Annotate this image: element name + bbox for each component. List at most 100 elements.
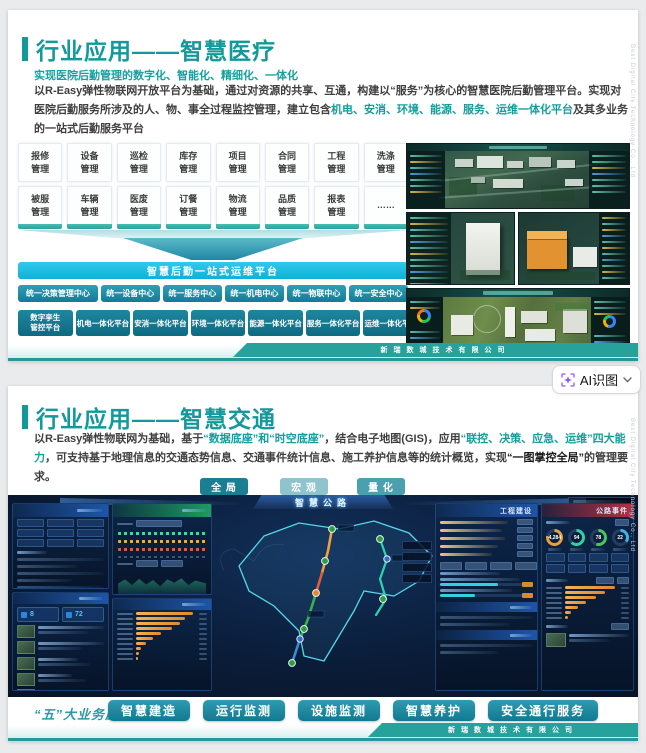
panel-construction: 工程建设 [435, 503, 538, 691]
screenshot-header [407, 144, 629, 151]
title-accent-bar [22, 405, 28, 429]
platform-button: 服务一体化平台 [305, 310, 361, 336]
platform-button: 数字孪生管控平台 [18, 310, 73, 336]
business-button: 安全通行服务 [488, 700, 599, 721]
paragraph-text: 以R-Easy弹性物联网为基础，基于 [34, 433, 204, 445]
view-button-macro: 宏 观 [280, 478, 328, 495]
panel-asset-overview [12, 503, 109, 589]
aerial-scene [439, 151, 609, 208]
platforms-row: 数字孪生管控平台 机电一体化平台 安消一体化平台 环境一体化平台 能源一体化平台… [18, 310, 419, 336]
center-button: 统一机电中心 [224, 285, 284, 302]
ai-recognize-button[interactable]: AI识图 [552, 365, 641, 394]
panel-title: 工程建设 [500, 507, 532, 515]
traffic-dashboard-screenshot: 智慧公路 8 72 工程建设 公路事件 4,284 94 78 22 [8, 495, 638, 697]
module-card: 报表管理 [314, 186, 359, 225]
view-button-quantify: 量 化 [357, 478, 405, 495]
slide-smart-transport: 行业应用——智慧交通 以R-Easy弹性物联网为基础，基于“数据底座”和“时空底… [8, 386, 638, 741]
screenshot-left-panel [407, 297, 443, 347]
ai-scan-icon [561, 372, 575, 387]
module-card: 项目管理 [215, 143, 260, 182]
center-button: 统一物联中心 [286, 285, 346, 302]
panel-road-cases: 8 72 [12, 592, 109, 691]
module-card: …… [363, 186, 408, 225]
camera-list-item [17, 641, 104, 654]
paragraph-text: ，可支持基于地理信息的交通态势信息、交通事件统计信息、施工养护信息等的统计概览，… [45, 451, 507, 464]
module-card: 库存管理 [166, 143, 211, 182]
camera-list-item [17, 657, 104, 670]
module-card: 合同管理 [264, 143, 310, 182]
business-buttons-row: 智慧建造 运行监测 设施监测 智慧养护 安全通行服务 [108, 700, 599, 721]
platform-banner: 智慧后勤一站式运维平台 [18, 262, 408, 279]
slide2-title: 行业应用——智慧交通 [36, 406, 276, 432]
module-underline-strips [18, 224, 408, 229]
center-button: 统一安全中心 [348, 285, 409, 302]
screenshot-right-panel [591, 297, 629, 347]
module-card: 洗涤管理 [363, 143, 408, 182]
campus-scene [443, 297, 591, 347]
slide-smart-healthcare: 行业应用——智慧医疗 实现医院后勤管理的数字化、智能化、精细化、一体化 以R-E… [8, 10, 638, 361]
business-button: 智慧建造 [108, 700, 191, 721]
platform-button: 机电一体化平台 [75, 310, 131, 336]
business-button: 运行监测 [203, 700, 286, 721]
hospital-screenshot-campus [406, 288, 630, 348]
module-card: 报修管理 [18, 143, 63, 182]
slide1-title-row: 行业应用——智慧医疗 [22, 32, 276, 66]
title-accent-bar [22, 37, 28, 61]
module-card: 工程管理 [314, 143, 359, 182]
module-card: 物流管理 [215, 186, 260, 225]
company-name: 新瑞数城技术有限公司 [380, 347, 511, 354]
module-card: 巡检管理 [116, 143, 162, 182]
company-ribbon: 新瑞数城技术有限公司 [233, 343, 638, 357]
construction-task [440, 589, 533, 598]
module-card: 品质管理 [264, 186, 310, 225]
hospital-screenshot-orange-building [518, 212, 630, 285]
center-button: 统一决策管理中心 [18, 285, 98, 302]
slide1-paragraph: 以R-Easy弹性物联网开放平台为基础，通过对资源的共享、互通，构建以“服务”为… [34, 82, 628, 139]
funnel-shape [18, 230, 408, 239]
center-button: 统一设备中心 [100, 285, 160, 302]
module-grid: 报修管理 设备管理 巡检管理 库存管理 项目管理 合同管理 工程管理 洗涤管理 … [18, 143, 408, 225]
funnel-arrow [123, 238, 303, 260]
hospital-screenshots [406, 143, 630, 348]
module-card: 订餐管理 [166, 186, 211, 225]
slide1-title: 行业应用——智慧医疗 [36, 38, 276, 64]
module-card: 设备管理 [67, 143, 112, 182]
construction-task [440, 578, 533, 587]
paragraph-highlight: “数据底座”和“时空底座” [203, 433, 325, 445]
module-card: 车辆管理 [67, 186, 112, 225]
camera-list-item [17, 689, 104, 690]
screenshot-header [407, 289, 629, 297]
center-button: 统一服务中心 [162, 285, 222, 302]
gis-map [220, 520, 433, 667]
platform-button: 环境一体化平台 [190, 310, 246, 336]
screenshot-chart-strip [599, 213, 629, 284]
map-legend [402, 541, 432, 585]
view-button-global: 全 局 [200, 478, 248, 495]
event-gauges: 4,284 94 78 22 [544, 529, 631, 551]
business-button: 设施监测 [298, 700, 381, 721]
panel-statistics-bars [112, 598, 212, 691]
slide2-paragraph: 以R-Easy弹性物联网为基础，基于“数据底座”和“时空底座”，结合电子地图(G… [34, 430, 628, 487]
hospital-screenshot-aerial [406, 143, 630, 209]
paragraph-highlight: 机电、安消、环境、能源、服务、运维一体化平台 [331, 103, 573, 116]
slide1-subtitle: 实现医院后勤管理的数字化、智能化、精细化、一体化 [34, 70, 298, 82]
camera-list-item [17, 673, 104, 686]
panel-title: 公路事件 [596, 507, 628, 515]
camera-list-item [17, 625, 104, 638]
module-card: 医废管理 [116, 186, 162, 225]
centers-row: 统一决策管理中心 统一设备中心 统一服务中心 统一机电中心 统一物联中心 统一安… [18, 285, 409, 302]
business-button: 智慧养护 [393, 700, 476, 721]
chevron-down-icon[interactable] [623, 376, 632, 383]
dashboard-title: 智慧公路 [253, 495, 393, 509]
paragraph-bold: “一图掌控全局” [507, 451, 584, 464]
slide2-title-row: 行业应用——智慧交通 [22, 400, 276, 434]
ai-button-label: AI识图 [579, 373, 619, 388]
panel-road-events: 公路事件 4,284 94 78 22 [541, 503, 634, 691]
case-stat: 72 [62, 607, 104, 622]
panel-situation [112, 503, 212, 595]
event-item [546, 633, 629, 647]
platform-button: 安消一体化平台 [133, 310, 188, 336]
company-ribbon: 新瑞数城技术有限公司 [368, 723, 638, 737]
case-stat: 8 [17, 607, 59, 622]
watermark: Best Digital City Technology Co., Ltd [629, 418, 635, 552]
